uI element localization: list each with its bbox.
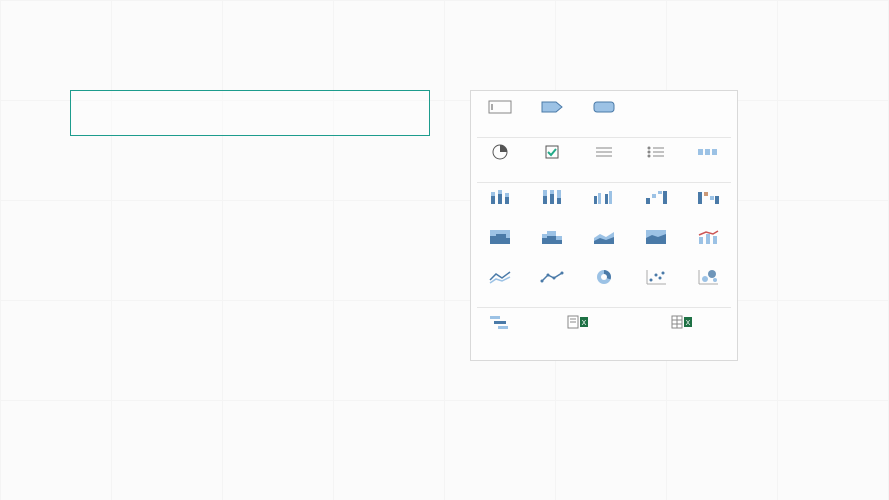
clustered-chart-icon[interactable] [581,187,627,223]
svg-text:X: X [582,320,587,327]
svg-text:X: X [686,320,691,327]
panel-row-1 [477,97,731,133]
panel-row-4 [477,227,731,263]
combo-chart-icon[interactable] [685,227,731,263]
percent-chart-icon[interactable] [529,187,575,223]
checkbox-icon[interactable] [529,142,575,178]
toc-icon[interactable] [633,142,679,178]
pie-chart-icon[interactable] [581,267,627,303]
buildup-waterfall-icon[interactable] [633,187,679,223]
line-icon[interactable] [529,267,575,303]
mekko-unit-icon[interactable] [529,227,575,263]
panel-row-5 [477,267,731,303]
textbox-icon[interactable] [477,97,523,133]
gantt-chart-icon[interactable] [477,312,523,348]
process-icon[interactable] [685,142,731,178]
panel-divider [477,182,731,183]
harvey-ball-icon[interactable] [477,142,523,178]
stacked-chart-icon[interactable] [477,187,523,223]
agenda-icon[interactable] [581,142,627,178]
description-box [70,90,430,136]
chart-type-panel: X X [470,90,738,361]
excel-text-link-icon[interactable]: X [529,312,627,348]
excel-table-link-icon[interactable]: X [633,312,731,348]
panel-divider [477,307,731,308]
panel-divider [477,137,731,138]
area-percent-icon[interactable] [633,227,679,263]
panel-row-2 [477,142,731,178]
line-chart-icon[interactable] [477,267,523,303]
pentagon-icon[interactable] [529,97,575,133]
area-chart-icon[interactable] [581,227,627,263]
scatter-chart-icon[interactable] [633,267,679,303]
rounded-rect-icon[interactable] [581,97,627,133]
panel-row-6: X X [477,312,731,348]
content-row: X X [70,90,829,361]
panel-row-3 [477,187,731,223]
bubble-chart-icon[interactable] [685,267,731,303]
updown-waterfall-icon[interactable] [685,187,731,223]
slide: X X [0,0,889,500]
mekko-percent-icon[interactable] [477,227,523,263]
